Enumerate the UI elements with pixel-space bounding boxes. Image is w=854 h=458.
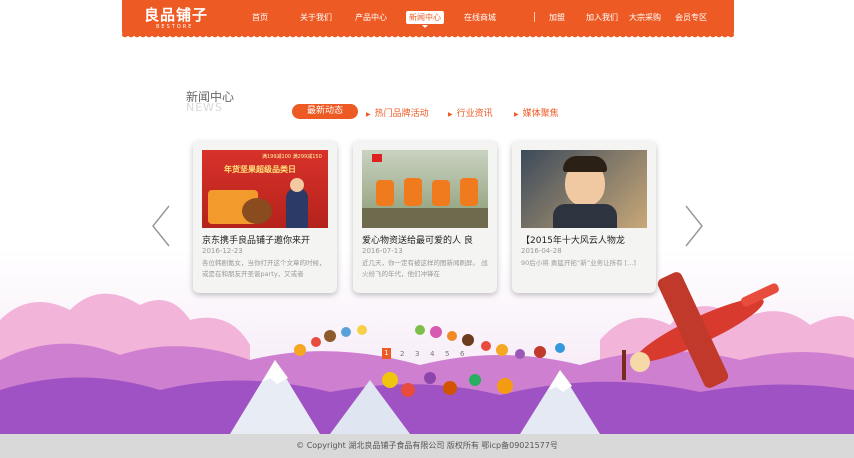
ground-graphic [362, 208, 488, 228]
pager-page-5[interactable]: 5 [445, 350, 449, 358]
footer-copyright: © Copyright 湖北良品铺子食品有限公司 版权所有 鄂icp备09021… [0, 434, 854, 458]
portrait-body-graphic [553, 204, 617, 228]
promo-text: 满199减100 满299减150 [262, 154, 322, 160]
news-card-image: 满199减100 满299减150 年货坚果超级品类日 [202, 150, 328, 228]
tab-media-focus[interactable]: ▶ 媒体聚焦 [514, 106, 559, 119]
news-card-date: 2016-12-23 [202, 247, 243, 255]
tab-label: 媒体聚焦 [522, 109, 559, 119]
nav-member-zone[interactable]: 会员专区 [675, 12, 707, 23]
news-card-image [521, 150, 647, 228]
news-card-image [362, 150, 488, 228]
news-card[interactable]: 【2015年十大风云人物龙 2016-04-28 90后小将 勇猛开拓“新”业务… [512, 141, 656, 293]
carousel-next-arrow-icon[interactable] [684, 205, 704, 247]
person-head-graphic [290, 178, 304, 192]
nav-products[interactable]: 产品中心 [355, 12, 387, 23]
carousel-prev-arrow-icon[interactable] [151, 205, 171, 247]
news-card[interactable]: 爱心物资送给最可爱的人 良 2016-07-13 近几天，你一定有被这样的图新闻… [353, 141, 497, 293]
news-card-desc: 近几天，你一定有被这样的图新闻刷屏。 战火纷飞的年代，他们冲锋在 [362, 259, 488, 278]
flag-graphic [372, 154, 382, 162]
section-subtitle: NEWS [186, 101, 224, 114]
news-card-date: 2016-04-28 [521, 247, 562, 255]
pager-page-3[interactable]: 3 [415, 350, 419, 358]
promo-headline: 年货坚果超级品类日 [224, 165, 296, 174]
pager-page-6[interactable]: 6 [460, 350, 464, 358]
news-card-date: 2016-07-13 [362, 247, 403, 255]
news-card-desc: 90后小将 勇猛开拓“新”业务让所有 [...] [521, 259, 636, 267]
tab-label: 最新动态 [306, 106, 343, 116]
nut-pile-graphic [242, 198, 272, 224]
volunteer-graphic [404, 178, 422, 206]
nav-bulk-purchase[interactable]: 大宗采购 [629, 12, 661, 23]
caret-right-icon: ▶ [448, 111, 453, 118]
news-card[interactable]: 满199减100 满299减150 年货坚果超级品类日 京东携手良品铺子邀你来开… [193, 141, 337, 293]
nav-franchise[interactable]: 加盟 [549, 12, 565, 23]
nav-join-us[interactable]: 加入我们 [586, 12, 618, 23]
pager-page-2[interactable]: 2 [400, 350, 404, 358]
site-header: 良品铺子 BESTORE 首页 关于我们 产品中心 新闻中心 在线商城 加盟 加… [122, 0, 734, 40]
logo[interactable]: 良品铺子 [144, 4, 208, 25]
news-card-title: 爱心物资送给最可爱的人 良 [362, 236, 473, 246]
nav-home[interactable]: 首页 [252, 12, 268, 23]
pager-page-4[interactable]: 4 [430, 350, 434, 358]
news-card-desc: 各位韩剧氪女，当你打开这个文章的时候，或是在和朋友开圣诞party，又或者 [202, 259, 326, 278]
nav-divider [534, 12, 535, 22]
nav-about[interactable]: 关于我们 [300, 12, 332, 23]
volunteer-graphic [460, 178, 478, 206]
caret-right-icon: ▶ [514, 111, 519, 118]
news-card-title: 京东携手良品铺子邀你来开 [202, 236, 311, 246]
caret-right-icon: ▶ [366, 111, 371, 118]
tab-latest[interactable]: 最新动态 [292, 104, 358, 119]
logo-subtitle: BESTORE [156, 24, 194, 30]
pager-page-1[interactable]: 1 [382, 348, 391, 359]
tab-brand-activities[interactable]: ▶ 热门品牌活动 [366, 106, 429, 119]
nav-news[interactable]: 新闻中心 [406, 11, 444, 28]
volunteer-graphic [432, 180, 450, 206]
tab-label: 行业资讯 [456, 109, 493, 119]
news-card-title: 【2015年十大风云人物龙 [521, 236, 625, 246]
volunteer-graphic [376, 180, 394, 206]
tab-label: 热门品牌活动 [374, 109, 429, 119]
person-graphic [286, 188, 308, 228]
tab-industry-news[interactable]: ▶ 行业资讯 [448, 106, 493, 119]
nav-online-mall[interactable]: 在线商城 [464, 12, 496, 23]
portrait-hair-graphic [563, 156, 607, 172]
